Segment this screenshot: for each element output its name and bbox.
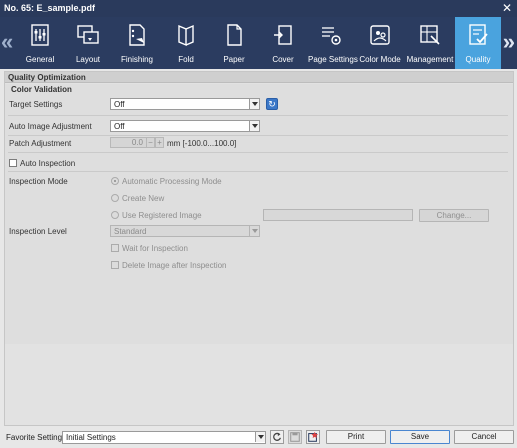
fold-icon bbox=[178, 24, 194, 47]
tab-fold[interactable]: Fold bbox=[163, 17, 209, 69]
tab-label: Layout bbox=[75, 55, 101, 64]
increment-button: + bbox=[155, 137, 164, 148]
scroll-left-icon[interactable]: « bbox=[1, 31, 13, 53]
tab-label: Management bbox=[406, 55, 454, 64]
auto-image-adjustment-select[interactable]: Off bbox=[110, 120, 260, 132]
save-favorite-icon bbox=[288, 430, 302, 444]
select-value: Off bbox=[114, 100, 125, 109]
tab-management[interactable]: Management bbox=[406, 17, 454, 69]
tab-label: Color Mode bbox=[359, 55, 401, 64]
decrement-button: − bbox=[146, 137, 155, 148]
management-icon bbox=[420, 25, 440, 45]
radio-automatic-processing-mode[interactable] bbox=[111, 177, 119, 185]
cancel-button[interactable]: Cancel bbox=[454, 430, 514, 444]
inspection-level-select: Standard bbox=[110, 225, 260, 237]
tab-paper[interactable]: Paper bbox=[210, 17, 258, 69]
save-button[interactable]: Save bbox=[390, 430, 450, 444]
target-settings-label: Target Settings bbox=[9, 100, 63, 109]
divider bbox=[8, 115, 508, 116]
tab-label: Cover bbox=[272, 55, 294, 64]
delete-image-label: Delete Image after Inspection bbox=[122, 261, 227, 270]
patch-adjustment-label: Patch Adjustment bbox=[9, 139, 72, 148]
section-title: Quality Optimization bbox=[5, 72, 513, 83]
general-icon bbox=[31, 24, 49, 46]
patch-adjustment-range: mm [-100.0...100.0] bbox=[167, 139, 237, 148]
reload-glyph bbox=[273, 432, 282, 441]
floppy-glyph bbox=[290, 432, 300, 442]
tab-label: Page Settings bbox=[308, 55, 358, 64]
tab-finishing[interactable]: Finishing bbox=[113, 17, 161, 69]
chevron-down-icon bbox=[249, 99, 259, 109]
chevron-down-icon bbox=[249, 121, 259, 131]
tab-label: Quality bbox=[465, 55, 491, 64]
inspection-level-label: Inspection Level bbox=[9, 227, 67, 236]
tab-label: Paper bbox=[223, 55, 245, 64]
quality-icon bbox=[469, 24, 488, 45]
footer-bar: Favorite Setting Initial Settings Print … bbox=[0, 428, 517, 448]
close-icon[interactable]: ✕ bbox=[502, 1, 512, 15]
cover-icon bbox=[274, 25, 292, 45]
divider bbox=[8, 171, 508, 172]
select-value: Off bbox=[114, 122, 125, 131]
auto-image-adjustment-label: Auto Image Adjustment bbox=[9, 122, 92, 131]
target-settings-select[interactable]: Off bbox=[110, 98, 260, 110]
tab-label: Fold bbox=[178, 55, 194, 64]
tab-general[interactable]: General bbox=[18, 17, 62, 69]
auto-inspection-label: Auto Inspection bbox=[20, 159, 76, 168]
tab-label: Finishing bbox=[120, 55, 153, 64]
finishing-icon bbox=[129, 24, 145, 46]
reload-icon[interactable] bbox=[270, 430, 284, 444]
create-new-label: Create New bbox=[122, 194, 165, 203]
auto-inspection-checkbox[interactable] bbox=[9, 159, 17, 167]
favorite-setting-label: Favorite Setting bbox=[6, 433, 63, 442]
radio-create-new[interactable] bbox=[111, 194, 119, 202]
subsection-title: Color Validation bbox=[11, 85, 72, 94]
layout-icon bbox=[77, 25, 99, 44]
paper-icon bbox=[227, 24, 242, 46]
favorite-setting-select[interactable]: Initial Settings bbox=[62, 431, 266, 444]
tab-label: General bbox=[25, 55, 55, 64]
ribbon-toolbar: « General Layout Finishing Fold Paper Co… bbox=[0, 17, 517, 69]
page-settings-icon bbox=[322, 27, 341, 45]
patch-adjustment-input: 0.0 bbox=[110, 137, 147, 148]
refresh-icon[interactable]: ↻ bbox=[266, 98, 278, 110]
chevron-down-icon bbox=[249, 226, 259, 236]
star-glyph bbox=[308, 431, 318, 442]
select-value: Initial Settings bbox=[66, 433, 116, 442]
wait-for-inspection-checkbox bbox=[111, 244, 119, 252]
print-button[interactable]: Print bbox=[326, 430, 386, 444]
divider bbox=[8, 152, 508, 153]
color-mode-icon bbox=[370, 25, 390, 45]
change-button: Change... bbox=[419, 209, 489, 222]
tab-cover[interactable]: Cover bbox=[259, 17, 307, 69]
use-registered-image-label: Use Registered Image bbox=[122, 211, 202, 220]
wait-for-inspection-label: Wait for Inspection bbox=[122, 244, 188, 253]
tab-page-settings[interactable]: Page Settings bbox=[308, 17, 358, 69]
delete-image-checkbox bbox=[111, 261, 119, 269]
select-value: Standard bbox=[114, 227, 147, 236]
title-bar: No. 65: E_sample.pdf ✕ bbox=[0, 0, 517, 17]
registered-image-field bbox=[263, 209, 413, 221]
chevron-down-icon bbox=[255, 432, 265, 442]
scroll-right-icon[interactable]: » bbox=[503, 31, 515, 53]
inspection-mode-label: Inspection Mode bbox=[9, 177, 68, 186]
radio-use-registered-image[interactable] bbox=[111, 211, 119, 219]
tab-color-mode[interactable]: Color Mode bbox=[355, 17, 405, 69]
quality-optimization-panel: Quality Optimization Color Validation Ta… bbox=[4, 71, 514, 426]
automatic-processing-mode-label: Automatic Processing Mode bbox=[122, 177, 222, 186]
tab-quality[interactable]: Quality bbox=[455, 17, 501, 69]
divider bbox=[8, 135, 508, 136]
window-title: No. 65: E_sample.pdf bbox=[4, 3, 96, 13]
tab-layout[interactable]: Layout bbox=[64, 17, 112, 69]
favorite-star-icon[interactable] bbox=[306, 430, 320, 444]
